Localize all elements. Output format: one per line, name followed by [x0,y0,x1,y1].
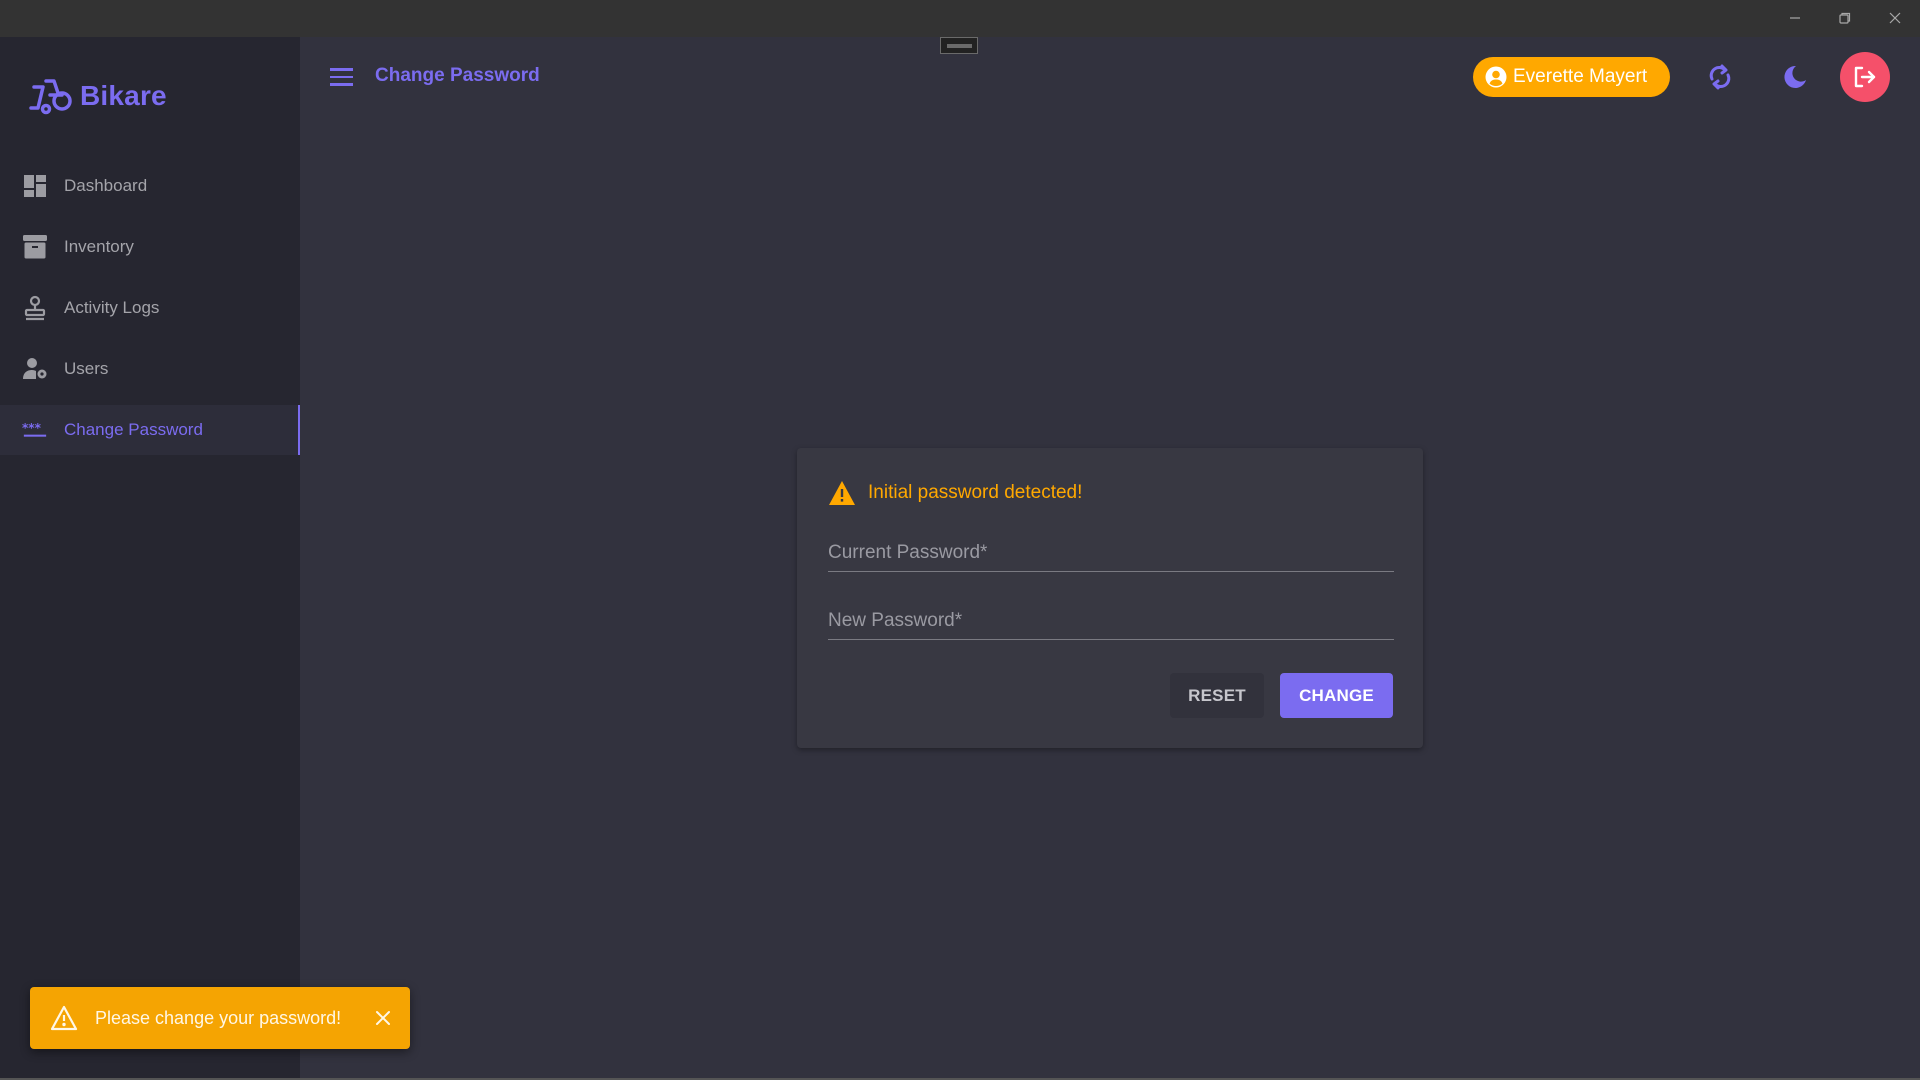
toast-close-button[interactable] [368,1003,398,1033]
refresh-icon [1709,64,1731,90]
sidebar-item-label: Change Password [64,420,203,439]
menu-line [330,75,353,79]
wheelchair-cart-icon [29,79,72,115]
close-icon [1889,12,1901,24]
minimize-button[interactable] [1775,6,1815,30]
drag-handle-bar [946,43,972,48]
svg-text:***: *** [22,421,42,435]
dashboard-icon [22,173,48,199]
new-password-field[interactable] [828,596,1394,640]
brand-logo[interactable]: Bikare [28,77,167,115]
brand-name: Bikare [80,80,167,111]
sidebar-item-label: Activity Logs [64,298,160,317]
warning-banner: Initial password detected! [828,480,1082,506]
logout-icon [1854,66,1876,88]
sidebar-item-inventory[interactable]: Inventory [0,222,300,272]
sidebar-item-change-password[interactable]: *** Change Password [0,405,300,455]
menu-line [330,68,353,71]
moon-icon [1784,65,1806,88]
warning-text: Initial password detected! [868,482,1083,503]
close-icon [376,1011,390,1025]
drag-handle[interactable] [940,37,978,54]
sidebar-item-label: Users [64,359,109,378]
warning-icon [829,481,855,505]
sidebar-item-dashboard[interactable]: Dashboard [0,161,300,211]
sidebar: Bikare Dashboard Inventory Activity Logs… [0,37,300,1080]
sidebar-item-label: Dashboard [64,176,148,195]
toast-message: Please change your password! [95,1007,342,1028]
page-title: Change Password [375,65,540,86]
window-titlebar [0,0,1920,37]
current-password-field[interactable] [828,528,1394,572]
user-chip[interactable]: Everette Mayert [1473,57,1670,97]
current-password-input[interactable] [828,528,1394,571]
new-password-input[interactable] [828,596,1394,639]
user-avatar-icon [1485,66,1507,88]
sidebar-nav: Dashboard Inventory Activity Logs Users … [0,161,300,466]
hamburger-menu-icon[interactable] [330,64,360,90]
sidebar-item-label: Inventory [64,237,134,256]
warning-triangle-icon [50,1005,78,1031]
minimize-icon [1790,17,1800,19]
restore-button[interactable] [1825,6,1865,30]
change-password-card: Initial password detected! RESET CHANGE [797,448,1423,748]
user-gear-icon [22,356,48,382]
stamp-icon [22,295,48,321]
user-name: Everette Mayert [1513,66,1648,87]
toast-notification: Please change your password! [30,987,410,1049]
sidebar-item-activity-logs[interactable]: Activity Logs [0,283,300,333]
reset-button[interactable]: RESET [1170,673,1264,718]
restore-icon [1839,12,1851,24]
theme-toggle-button[interactable] [1773,55,1817,99]
close-button[interactable] [1875,6,1915,30]
change-button[interactable]: CHANGE [1280,673,1393,718]
archive-box-icon [22,234,48,260]
refresh-button[interactable] [1698,55,1742,99]
sidebar-item-users[interactable]: Users [0,344,300,394]
password-icon: *** [22,417,48,443]
logout-button[interactable] [1840,52,1890,102]
menu-line [330,83,353,86]
